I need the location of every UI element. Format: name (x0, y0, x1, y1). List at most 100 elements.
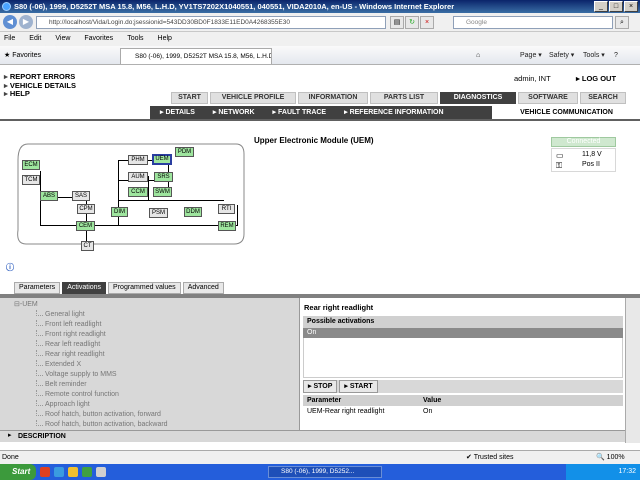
node-ddm[interactable]: DDM (184, 207, 202, 217)
tab-information[interactable]: INFORMATION (298, 92, 368, 104)
bus-line (148, 176, 149, 201)
description-toggle[interactable]: DESCRIPTION (0, 430, 625, 442)
node-abs[interactable]: ABS (40, 191, 58, 201)
quicklaunch-icon[interactable] (82, 467, 92, 477)
node-tcm[interactable]: TCM (22, 175, 40, 185)
menu-favorites[interactable]: Favorites (84, 32, 113, 46)
tree-item[interactable]: Rear left readlight (14, 340, 168, 350)
node-swm[interactable]: SWM (153, 187, 172, 197)
tree-item[interactable]: General light (14, 310, 168, 320)
tree-item[interactable]: Front right readlight (14, 330, 168, 340)
home-icon[interactable]: ⌂ (476, 50, 480, 62)
start-button-os[interactable]: Start (0, 464, 36, 480)
node-phm[interactable]: PHM (128, 155, 148, 165)
close-button[interactable]: × (624, 1, 638, 12)
node-sas[interactable]: SAS (72, 191, 90, 201)
subtab-reference-information[interactable]: REFERENCE INFORMATION (338, 106, 449, 119)
maximize-button[interactable]: □ (609, 1, 623, 12)
tree-item[interactable]: Belt reminder (14, 380, 168, 390)
compat-icon[interactable]: ▤ (390, 16, 404, 29)
zoom-level[interactable]: 🔍 100% (596, 451, 625, 464)
forward-icon[interactable]: ▶ (19, 15, 33, 29)
tab-diagnostics[interactable]: DIAGNOSTICS (440, 92, 516, 104)
menu-tools[interactable]: Tools (127, 32, 143, 46)
taskbar-window[interactable]: S80 (-06), 1999, D5252... (268, 466, 382, 478)
window-title: S80 (-06), 1999, D5252T MSA 15.8, M56, L… (0, 0, 640, 13)
tree-item[interactable]: Extended X (14, 360, 168, 370)
menu-help[interactable]: Help (158, 32, 172, 46)
search-input[interactable]: Google (453, 16, 613, 29)
bus-line (118, 200, 224, 201)
address-bar[interactable]: http://localhost/Vida/Login.do;jsessioni… (36, 16, 386, 29)
tree-item[interactable]: Roof hatch, button activation, forward (14, 410, 168, 420)
tab-advanced[interactable]: Advanced (182, 282, 224, 294)
expand-icon[interactable]: ▸ (8, 431, 12, 439)
tab-parts-list[interactable]: PARTS LIST (370, 92, 438, 104)
quicklaunch-icon[interactable] (68, 467, 78, 477)
menu-edit[interactable]: Edit (29, 32, 41, 46)
activation-option[interactable]: On (303, 328, 623, 338)
stop-button[interactable]: ▸ STOP (303, 380, 338, 393)
tab-parameters[interactable]: Parameters (14, 282, 61, 294)
node-psm[interactable]: PSM (149, 208, 168, 218)
browser-tab[interactable]: S80 (-06), 1999, D5252T MSA 15.8, M56, L… (120, 48, 272, 64)
node-uem[interactable]: UEM (152, 154, 172, 165)
start-label: START (349, 383, 373, 390)
node-rti[interactable]: RTI (218, 204, 235, 214)
tab-start[interactable]: START (171, 92, 208, 104)
favorites-button[interactable]: ★ Favorites (4, 49, 41, 62)
menu-view[interactable]: View (55, 32, 70, 46)
tree-item[interactable]: Roof hatch, button activation, backward (14, 420, 168, 430)
tab-software[interactable]: SOFTWARE (518, 92, 578, 104)
tree-item[interactable]: Approach light (14, 400, 168, 410)
tree-item[interactable]: Remote control function (14, 390, 168, 400)
logout-link[interactable]: ▸ LOG OUT (576, 74, 616, 83)
subtab-vehicle-communication[interactable]: VEHICLE COMMUNICATION (493, 106, 640, 119)
info-icon[interactable]: ⓘ (6, 262, 14, 273)
battery-icon: ▭ (556, 151, 564, 160)
subtab-fault-trace[interactable]: FAULT TRACE (267, 106, 333, 119)
stop-icon[interactable]: × (420, 16, 434, 29)
node-aum[interactable]: AUM (128, 172, 148, 182)
safety-menu[interactable]: Safety ▾ (549, 50, 574, 62)
column-value: Value (423, 397, 442, 404)
status-text: Done (2, 454, 19, 461)
tab-search[interactable]: SEARCH (580, 92, 626, 104)
vertical-scrollbar[interactable] (625, 298, 640, 443)
node-srs[interactable]: SRS (154, 172, 173, 182)
tab-programmed-values[interactable]: Programmed values (108, 282, 181, 294)
menu-file[interactable]: File (4, 32, 15, 46)
quicklaunch-icon[interactable] (54, 467, 64, 477)
tab-activations[interactable]: Activations (62, 282, 107, 294)
back-icon[interactable]: ◀ (3, 15, 17, 29)
node-ecm[interactable]: ECM (22, 160, 40, 170)
tools-menu[interactable]: Tools ▾ (583, 50, 605, 62)
tab-vehicle-profile[interactable]: VEHICLE PROFILE (210, 92, 296, 104)
tree-item[interactable]: Rear right readlight (14, 350, 168, 360)
tree-root[interactable]: ⊟-UEM (14, 300, 168, 310)
help-icon[interactable]: ? (614, 50, 618, 62)
activation-title: Rear right readlight (304, 303, 374, 312)
node-cem[interactable]: CEM (76, 221, 95, 231)
tree-item[interactable]: Voltage supply to MMS (14, 370, 168, 380)
help-link[interactable]: HELP (4, 89, 76, 99)
column-parameter: Parameter (307, 397, 342, 404)
search-icon[interactable]: ⌕ (615, 16, 629, 29)
refresh-icon[interactable]: ↻ (405, 16, 419, 29)
start-button[interactable]: ▸ START (339, 380, 378, 393)
node-rem[interactable]: REM (218, 221, 236, 231)
cell-value: On (423, 408, 433, 415)
minimize-button[interactable]: _ (594, 1, 608, 12)
subtab-details[interactable]: DETAILS (154, 106, 201, 119)
ie-icon (2, 2, 11, 11)
node-dim[interactable]: DIM (111, 207, 128, 217)
node-cpm[interactable]: CPM (77, 204, 95, 214)
node-ccm[interactable]: CCM (128, 187, 148, 197)
quicklaunch-icon[interactable] (96, 467, 106, 477)
page-menu[interactable]: Page ▾ (520, 50, 542, 62)
node-ct[interactable]: CT (81, 241, 94, 251)
node-pdm[interactable]: PDM (175, 147, 194, 157)
subtab-network[interactable]: NETWORK (207, 106, 261, 119)
quicklaunch-icon[interactable] (40, 467, 50, 477)
tree-item[interactable]: Front left readlight (14, 320, 168, 330)
